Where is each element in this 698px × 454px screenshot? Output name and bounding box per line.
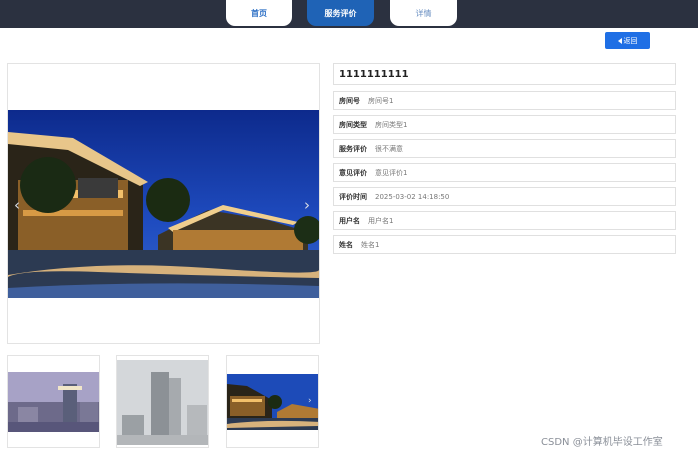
watermark: CSDN @计算机毕设工作室 [541,437,663,448]
field-label: 用户名 [339,216,360,225]
field-row-room-type: 房间类型 房间类型1 [333,115,676,134]
tab-service-evaluation[interactable]: 服务评价 [307,0,374,26]
tab-detail[interactable]: 详情 [390,0,457,26]
thumbnail-3[interactable]: › [226,355,319,448]
field-label: 意见评价 [339,168,367,177]
thumbnail-2[interactable] [116,355,209,448]
thumbnail-image [227,374,318,430]
field-value: 姓名1 [361,240,380,249]
field-value: 用户名1 [368,216,394,225]
thumbnail-1[interactable] [7,355,100,448]
field-label: 姓名 [339,240,353,249]
chevron-left-icon[interactable]: ‹ [14,196,20,214]
field-label: 房间类型 [339,120,367,129]
field-value: 房间号1 [368,96,394,105]
chevron-right-icon[interactable]: › [308,396,312,406]
back-button-label: 返回 [623,36,638,45]
carousel-main-image [8,110,319,298]
thumbnail-image [8,372,99,432]
thumbnail-image [117,360,208,445]
field-row-room-number: 房间号 房间号1 [333,91,676,110]
image-carousel: ‹ › [7,63,320,344]
field-row-evaluation-time: 评价时间 2025-03-02 14:18:50 [333,187,676,206]
field-label: 评价时间 [339,192,367,201]
field-row-name: 姓名 姓名1 [333,235,676,254]
caret-left-icon [617,37,622,44]
chevron-right-icon[interactable]: › [304,196,310,214]
field-value: 房间类型1 [375,120,408,129]
field-row-username: 用户名 用户名1 [333,211,676,230]
field-label: 服务评价 [339,144,367,153]
field-label: 房间号 [339,96,360,105]
field-value: 2025-03-02 14:18:50 [375,192,450,201]
field-value: 很不满意 [375,144,403,153]
detail-title: 1111111111 [333,63,676,85]
field-row-service-evaluation: 服务评价 很不满意 [333,139,676,158]
back-button[interactable]: 返回 [605,32,650,49]
field-value: 意见评价1 [375,168,408,177]
tab-home[interactable]: 首页 [226,0,292,26]
detail-panel: 1111111111 房间号 房间号1 房间类型 房间类型1 服务评价 很不满意… [333,63,676,259]
field-row-opinion: 意见评价 意见评价1 [333,163,676,182]
top-nav-bar: 首页 服务评价 详情 [0,0,698,28]
